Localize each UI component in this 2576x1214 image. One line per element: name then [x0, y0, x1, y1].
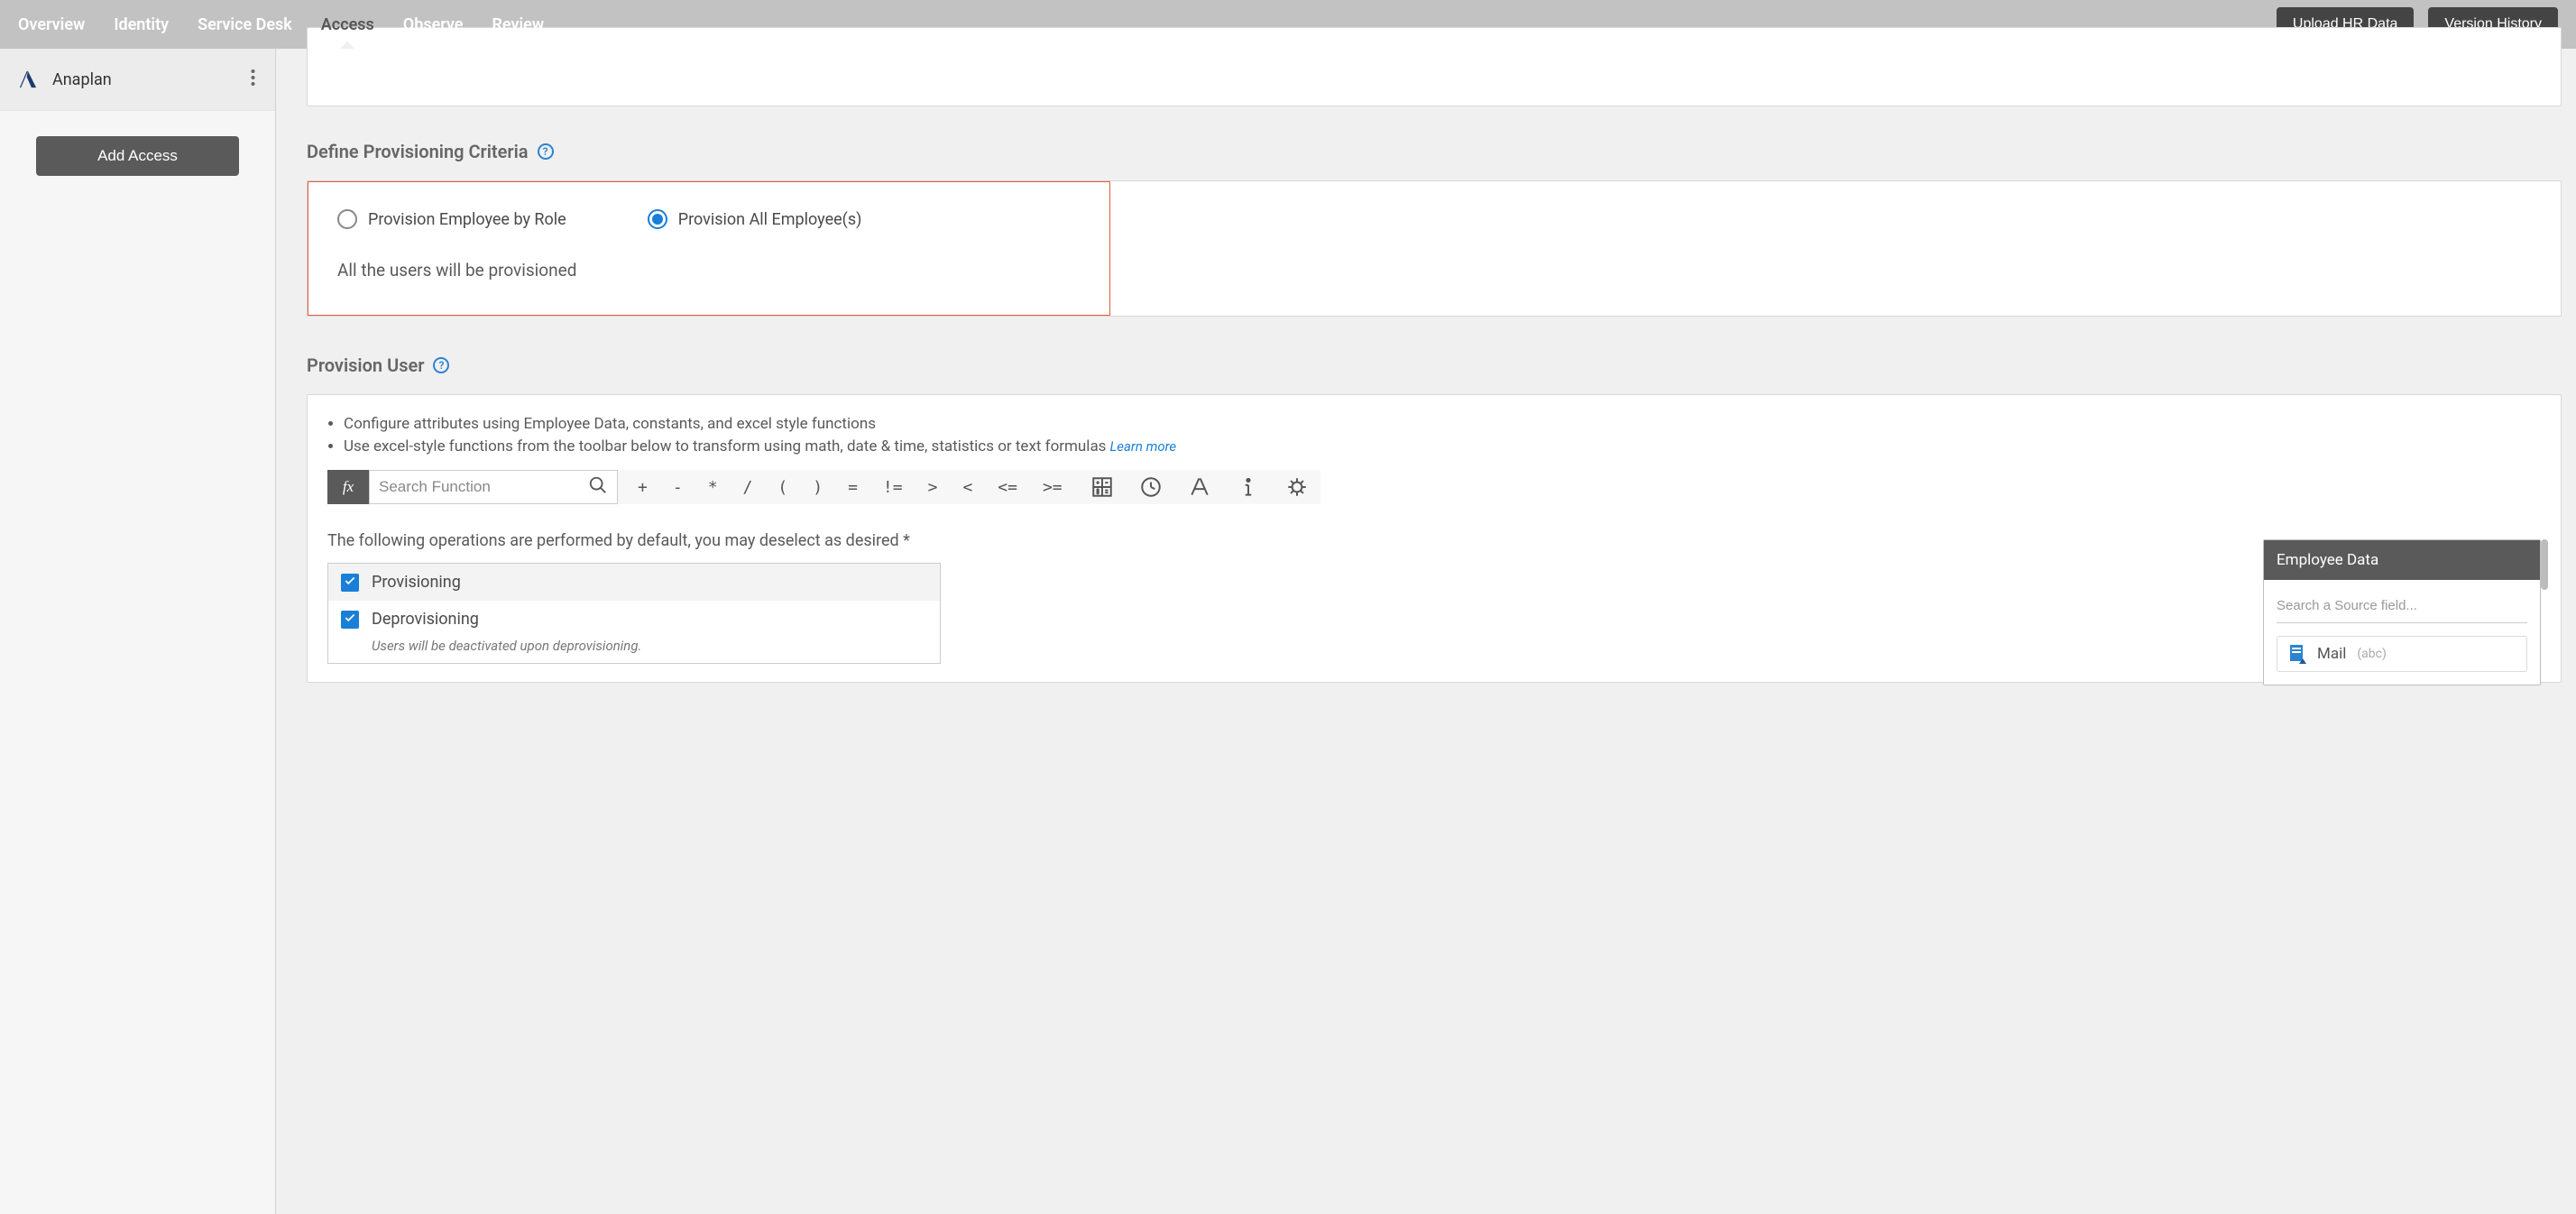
criteria-card: Provision Employee by Role Provision All… [307, 180, 2562, 317]
anaplan-logo-icon [16, 68, 40, 91]
employee-data-panel: Employee Data Mail (abc) [2263, 539, 2541, 685]
main-content: Define Provisioning Criteria ? Provision… [276, 49, 2576, 1214]
operation-label: Deprovisioning [372, 610, 479, 629]
instruction-item: Configure attributes using Employee Data… [344, 413, 2541, 436]
radio-label: Provision Employee by Role [368, 210, 566, 229]
check-icon [344, 611, 356, 628]
clock-icon[interactable] [1138, 474, 1164, 500]
field-icon [2288, 644, 2306, 664]
operations-box: Provisioning Deprovisioning Users will b… [327, 563, 941, 664]
upper-card-placeholder [307, 27, 2562, 106]
criteria-note: All the users will be provisioned [336, 260, 1082, 281]
instruction-list: Configure attributes using Employee Data… [327, 413, 2541, 457]
more-vertical-icon [251, 73, 255, 90]
tab-label: Access [321, 15, 374, 34]
tab-service-desk[interactable]: Service Desk [198, 0, 292, 49]
operator-lt[interactable]: < [959, 474, 976, 501]
tab-label: Overview [18, 15, 85, 34]
operator-not-equals[interactable]: != [879, 474, 906, 501]
tab-observe[interactable]: Observe [403, 0, 464, 49]
fx-icon: fx [327, 470, 369, 504]
tab-access[interactable]: Access [321, 0, 374, 49]
help-icon[interactable]: ? [538, 143, 554, 160]
tab-overview[interactable]: Overview [18, 0, 85, 49]
operator-open-paren[interactable]: ( [774, 474, 791, 501]
operator-divide[interactable]: / [740, 474, 757, 501]
tab-label: Observe [403, 15, 464, 34]
operation-label: Provisioning [372, 573, 461, 592]
deprovisioning-note: Users will be deactivated upon deprovisi… [328, 638, 940, 663]
check-icon [344, 574, 356, 591]
operator-gt[interactable]: > [925, 474, 942, 501]
tab-label: Review [492, 15, 544, 34]
math-icon[interactable] [1090, 474, 1115, 500]
field-type: (abc) [2357, 647, 2386, 661]
sidebar: Anaplan Add Access [0, 49, 276, 1214]
radio-provision-by-role[interactable]: Provision Employee by Role [337, 209, 566, 229]
instruction-item: Use excel-style functions from the toolb… [344, 436, 2541, 458]
employee-data-header: Employee Data [2264, 540, 2540, 580]
function-search-wrap [369, 470, 618, 504]
formula-toolbar: fx + - * / ( ) = != > < [327, 470, 2541, 504]
operation-row-provisioning: Provisioning [328, 564, 940, 601]
tab-label: Identity [114, 15, 169, 34]
operator-close-paren[interactable]: ) [809, 474, 826, 501]
employee-data-body: Mail (abc) [2264, 580, 2540, 685]
section-title: Provision User [307, 354, 424, 376]
sidebar-header: Anaplan [0, 49, 275, 111]
more-options-button[interactable] [247, 65, 259, 94]
employee-data-item[interactable]: Mail (abc) [2277, 636, 2527, 672]
tab-review[interactable]: Review [492, 0, 544, 49]
provision-user-title-row: Provision User ? [307, 354, 2562, 376]
layout: Anaplan Add Access Define Provisioning C… [0, 49, 2576, 1214]
statistics-icon[interactable] [1284, 474, 1310, 500]
criteria-title-row: Define Provisioning Criteria ? [307, 141, 2562, 162]
learn-more-link[interactable]: Learn more [1109, 438, 1176, 455]
function-search-input[interactable] [379, 471, 588, 503]
text-icon[interactable] [1187, 474, 1212, 500]
tool-icon-group [1066, 470, 1320, 504]
help-icon[interactable]: ? [433, 357, 449, 373]
instruction-text: Use excel-style functions from the toolb… [344, 437, 1106, 455]
radio-unchecked-icon [337, 209, 357, 229]
search-icon [588, 475, 608, 499]
lower-row: Provisioning Deprovisioning Users will b… [327, 563, 2541, 664]
operator-group: + - * / ( ) = != > < <= >= [618, 470, 1066, 504]
tab-identity[interactable]: Identity [114, 0, 169, 49]
criteria-card-spacer [1110, 181, 2561, 316]
operator-lte[interactable]: <= [994, 474, 1021, 501]
field-name: Mail [2317, 645, 2346, 663]
operator-plus[interactable]: + [634, 474, 651, 501]
radio-row: Provision Employee by Role Provision All… [336, 209, 1082, 229]
radio-provision-all[interactable]: Provision All Employee(s) [648, 209, 862, 229]
employee-data-search-input[interactable] [2277, 593, 2527, 623]
info-icon[interactable] [1236, 474, 1261, 500]
provision-user-card: Configure attributes using Employee Data… [307, 394, 2562, 683]
checkbox-deprovisioning[interactable] [341, 611, 359, 629]
checkbox-provisioning[interactable] [341, 574, 359, 592]
operation-row-deprovisioning: Deprovisioning [328, 601, 940, 638]
operator-equals[interactable]: = [844, 474, 861, 501]
operator-multiply[interactable]: * [704, 474, 722, 501]
criteria-highlighted-area: Provision Employee by Role Provision All… [308, 181, 1110, 316]
radio-checked-icon [648, 209, 667, 229]
app-name: Anaplan [52, 70, 235, 89]
section-title: Define Provisioning Criteria [307, 141, 529, 162]
sidebar-body: Add Access [0, 111, 275, 1214]
radio-label: Provision All Employee(s) [678, 210, 862, 229]
tab-label: Service Desk [198, 15, 292, 34]
add-access-button[interactable]: Add Access [36, 136, 239, 176]
scrollbar-thumb[interactable] [2541, 539, 2548, 590]
operator-gte[interactable]: >= [1039, 474, 1066, 501]
operator-minus[interactable]: - [669, 474, 686, 501]
operations-caption: The following operations are performed b… [327, 531, 2541, 550]
